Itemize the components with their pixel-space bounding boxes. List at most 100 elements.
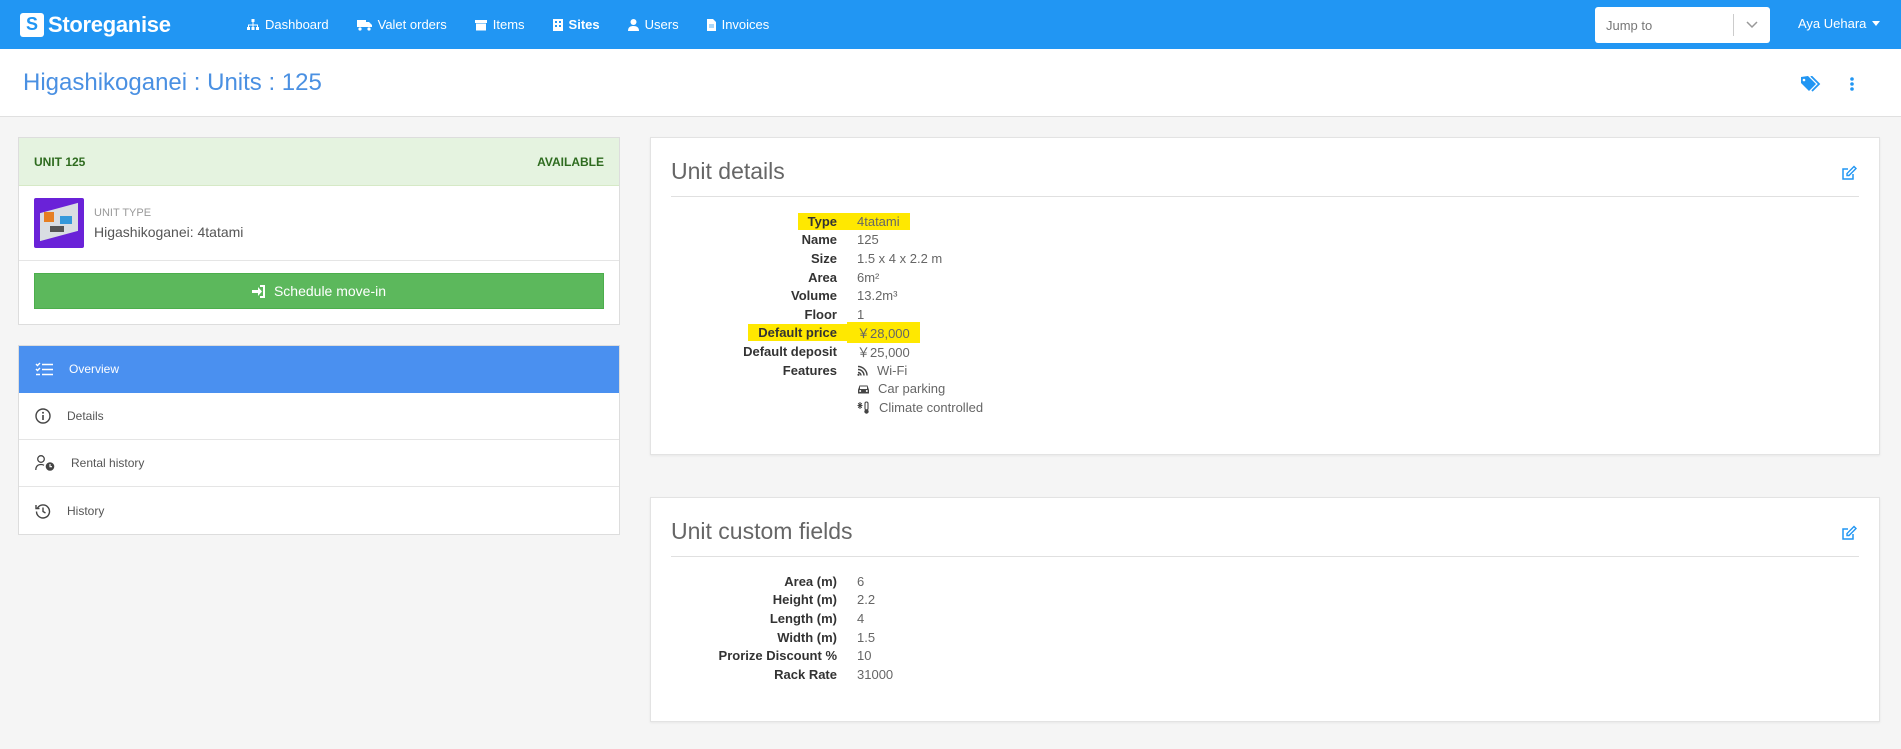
unit-side-nav: Overview Details Rental history History <box>18 345 620 535</box>
detail-label: Type <box>671 212 847 230</box>
page-title: Higashikoganei : Units : 125 <box>23 69 322 96</box>
top-navbar: S Storeganise Dashboard Valet orders Ite… <box>0 0 1901 49</box>
detail-label: Default price <box>671 324 847 342</box>
nav-item-label: Dashboard <box>265 17 329 32</box>
detail-label: Size <box>810 250 837 266</box>
side-nav-rental-history[interactable]: Rental history <box>19 440 619 487</box>
detail-row-features: Climate controlled <box>671 398 983 417</box>
schedule-move-in-button[interactable]: Schedule move-in <box>34 273 604 309</box>
checklist-icon <box>35 362 53 376</box>
tags-icon[interactable] <box>1801 75 1821 95</box>
archive-icon <box>474 19 487 30</box>
custom-field-row: Length (m) 4 <box>671 609 893 628</box>
schedule-move-in-label: Schedule move-in <box>273 283 387 299</box>
detail-value: 4tatami <box>847 212 910 230</box>
detail-row-floor: Floor 1 <box>671 305 983 324</box>
custom-field-row: Rack Rate 31000 <box>671 665 893 684</box>
custom-field-value: 31000 <box>857 666 894 682</box>
custom-field-value: 4 <box>857 610 865 626</box>
unit-custom-fields-panel: Unit custom fields Area (m) 6 Height (m)… <box>650 497 1880 722</box>
unit-card-header: UNIT 125 AVAILABLE <box>19 138 619 186</box>
feature-item: Wi-Fi <box>857 363 907 378</box>
detail-label: Volume <box>791 288 837 304</box>
side-nav-label: Details <box>67 409 104 423</box>
custom-field-value: 1.5 <box>857 629 876 645</box>
nav-item-sites[interactable]: Sites <box>552 17 600 32</box>
detail-row-name: Name 125 <box>671 231 983 250</box>
custom-field-row: Height (m) 2.2 <box>671 591 893 610</box>
detail-row-volume: Volume 13.2m³ <box>671 286 983 305</box>
brand-logo[interactable]: S Storeganise <box>20 12 225 38</box>
detail-value: 1 <box>857 306 865 322</box>
custom-field-label: Length (m) <box>769 610 837 626</box>
custom-field-row: Width (m) 1.5 <box>671 628 893 647</box>
status-badge: AVAILABLE <box>537 154 604 169</box>
feature-item: Climate controlled <box>857 400 983 415</box>
info-icon <box>35 408 51 424</box>
custom-field-value: 6 <box>857 573 865 589</box>
building-icon <box>552 18 563 31</box>
highlighted-value: 4tatami <box>847 212 910 230</box>
custom-field-label: Area (m) <box>784 573 837 589</box>
unit-type-thumbnail <box>34 198 84 248</box>
highlighted-value: ￥28,000 <box>847 322 920 344</box>
sign-in-icon <box>251 284 265 298</box>
unit-type-row[interactable]: UNIT TYPE Higashikoganei: 4tatami <box>19 186 619 261</box>
nav-item-label: Valet orders <box>377 17 447 32</box>
custom-field-label: Prorize Discount % <box>718 648 837 664</box>
side-nav-label: Rental history <box>71 456 145 470</box>
user-menu[interactable]: Aya Uehara <box>1798 16 1881 31</box>
detail-row-type: Type 4tatami <box>671 212 983 231</box>
detail-row-features: Car parking <box>671 379 983 398</box>
nav-item-label: Invoices <box>721 17 770 32</box>
file-icon <box>706 18 716 31</box>
feature-label: Car parking <box>878 381 946 397</box>
unit-details-title: Unit details <box>671 158 785 184</box>
car-icon <box>858 385 869 394</box>
brand-name: Storeganise <box>48 11 171 37</box>
truck-icon <box>356 19 372 31</box>
nav-item-valet-orders[interactable]: Valet orders <box>356 17 447 32</box>
edit-icon[interactable] <box>1841 165 1857 184</box>
main-nav: Dashboard Valet orders Items Sites Users… <box>247 17 797 32</box>
detail-row-features: Features Wi-Fi <box>671 361 983 380</box>
detail-row-size: Size 1.5 x 4 x 2.2 m <box>671 249 983 268</box>
custom-field-label: Rack Rate <box>774 666 837 682</box>
nav-item-items[interactable]: Items <box>474 17 525 32</box>
custom-field-value: 2.2 <box>857 592 876 608</box>
nav-item-users[interactable]: Users <box>627 17 679 32</box>
nav-item-invoices[interactable]: Invoices <box>706 17 770 32</box>
chevron-down-icon[interactable] <box>1734 21 1770 29</box>
custom-field-label: Width (m) <box>777 629 837 645</box>
history-icon <box>35 503 51 519</box>
panel-divider <box>671 196 1859 197</box>
detail-value: 125 <box>857 232 879 248</box>
nav-item-label: Sites <box>568 17 600 32</box>
highlighted-label: Default price <box>748 324 847 342</box>
thermometer-snowflake-icon <box>857 401 869 414</box>
user-icon <box>627 18 639 31</box>
unit-details-panel: Unit details Type 4tatami Name 125 Size … <box>650 137 1880 455</box>
side-nav-details[interactable]: Details <box>19 393 619 440</box>
nav-item-label: Users <box>644 17 679 32</box>
user-name: Aya Uehara <box>1798 16 1867 31</box>
detail-row-area: Area 6m² <box>671 268 983 287</box>
detail-label: Features <box>782 362 837 378</box>
side-nav-history[interactable]: History <box>19 487 619 534</box>
nav-item-dashboard[interactable]: Dashboard <box>247 17 329 32</box>
feature-label: Wi-Fi <box>877 362 908 378</box>
side-nav-overview[interactable]: Overview <box>19 346 619 393</box>
detail-label: Default deposit <box>743 343 837 359</box>
unit-label: UNIT 125 <box>34 154 86 169</box>
panel-divider <box>671 556 1859 557</box>
jump-to-select[interactable]: Jump to <box>1595 7 1770 43</box>
more-vertical-icon[interactable] <box>1850 76 1854 95</box>
feature-label: Climate controlled <box>879 399 984 415</box>
unit-summary-card: UNIT 125 AVAILABLE UNIT TYPE Higashikoga… <box>18 137 620 325</box>
custom-field-value: 10 <box>857 648 872 664</box>
edit-icon[interactable] <box>1841 525 1857 544</box>
jump-to-placeholder: Jump to <box>1606 17 1653 33</box>
page-header: Higashikoganei : Units : 125 <box>0 49 1901 117</box>
custom-field-label: Height (m) <box>772 592 837 608</box>
detail-value: ￥25,000 <box>857 344 910 360</box>
